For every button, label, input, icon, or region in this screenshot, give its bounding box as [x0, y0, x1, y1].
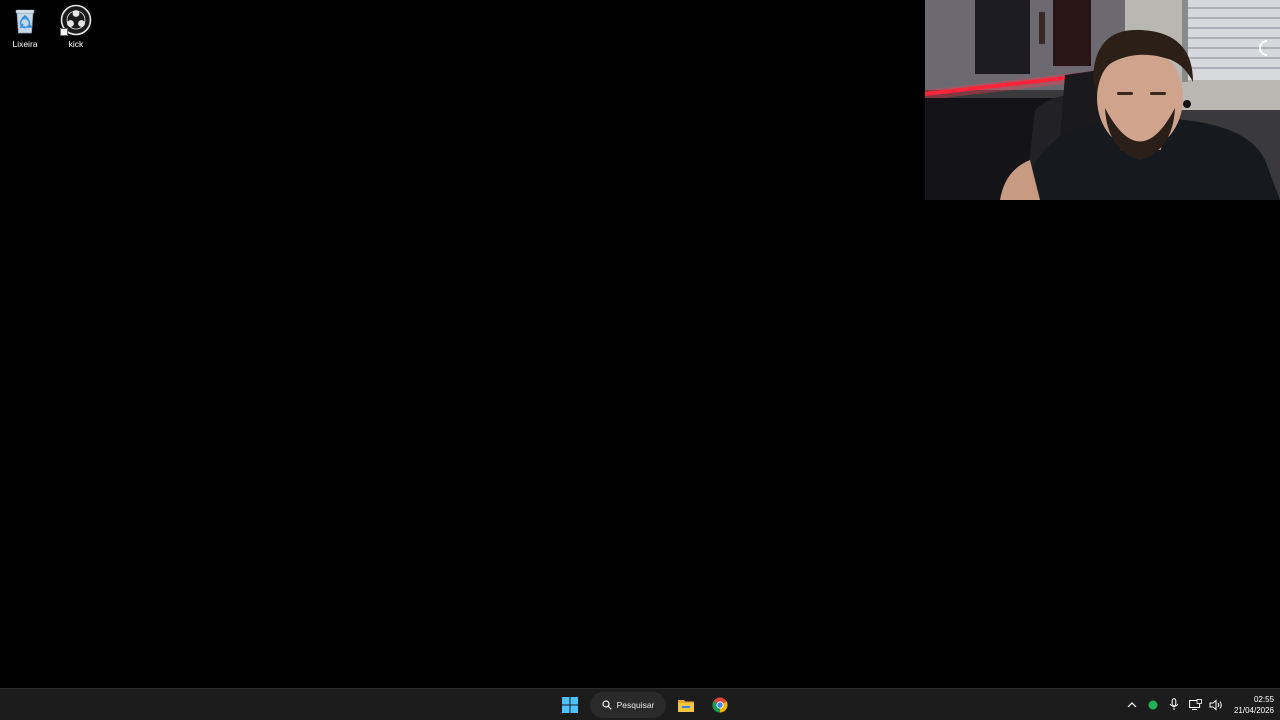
search-label: Pesquisar: [616, 699, 655, 710]
speaker-icon[interactable]: [1209, 697, 1224, 712]
desktop-icon-recycle-bin[interactable]: Lixeira: [1, 4, 49, 52]
desktop[interactable]: Lixeira kick: [0, 0, 1280, 688]
desktop-icon-kick[interactable]: kick: [52, 4, 100, 52]
search-button[interactable]: Pesquisar: [590, 691, 666, 718]
clock-date: 21/04/2026: [1233, 705, 1274, 715]
kick-label: kick: [68, 39, 84, 49]
webcam-feed-image: [925, 0, 1280, 200]
clock-time: 02:55: [1253, 694, 1274, 704]
recycle-bin-icon: [9, 4, 41, 36]
windows-start-icon: [562, 696, 578, 713]
clock[interactable]: 02:55 21/04/2026: [1230, 694, 1274, 716]
recycle-bin-label: Lixeira: [12, 39, 38, 49]
status-dot-icon[interactable]: [1146, 697, 1161, 712]
taskbar-center: Pesquisar: [556, 689, 734, 720]
webcam-overlay: [925, 0, 1280, 200]
start-button[interactable]: [556, 692, 584, 718]
obs-studio-icon: [60, 4, 92, 36]
chevron-up-icon[interactable]: [1125, 697, 1140, 712]
chrome-icon: [712, 697, 728, 712]
search-icon: [601, 699, 612, 710]
microphone-icon[interactable]: [1167, 697, 1182, 712]
file-explorer-icon: [678, 699, 694, 712]
taskbar: Pesquisar 02:55 21/04/2026: [0, 688, 1280, 720]
taskbar-app-chrome[interactable]: [706, 692, 734, 718]
shortcut-arrow-icon: [60, 28, 68, 36]
display-icon[interactable]: [1188, 697, 1203, 712]
taskbar-app-file-explorer[interactable]: [672, 692, 700, 718]
system-tray: 02:55 21/04/2026: [1125, 689, 1274, 720]
